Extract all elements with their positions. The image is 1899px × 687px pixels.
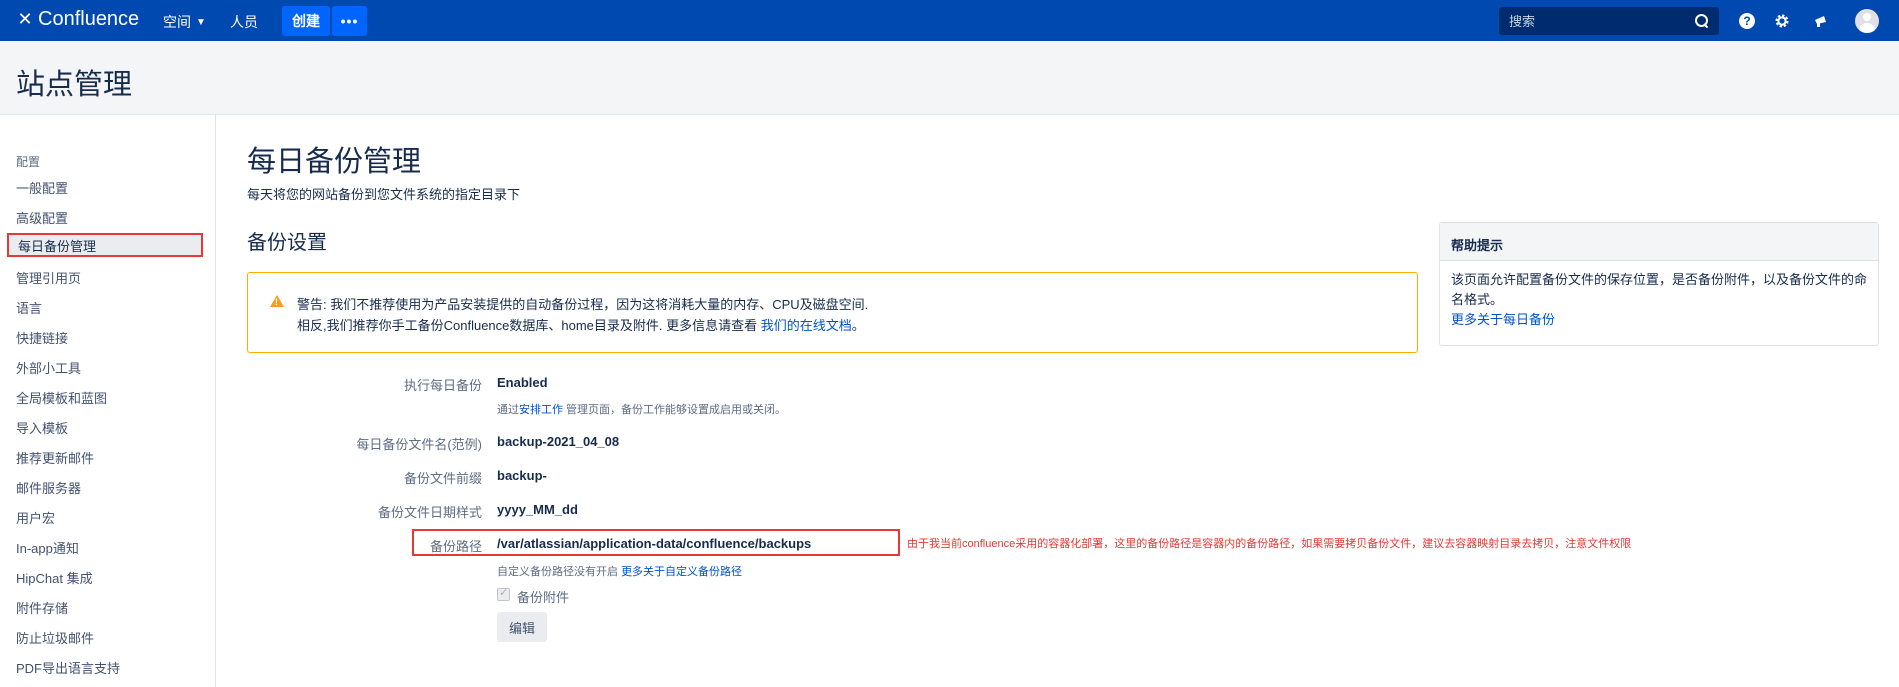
daily-backup-note-suffix: 管理页面，备份工作能够设置成启用或关闭。 bbox=[563, 404, 787, 416]
sidebar-item-languages[interactable]: 语言 bbox=[16, 298, 42, 317]
people-label: 人员 bbox=[230, 14, 258, 30]
search-input[interactable] bbox=[1509, 13, 1695, 29]
sidebar-item-import-templates[interactable]: 导入模板 bbox=[16, 418, 68, 437]
help-panel-body: 该页面允许配置备份文件的保存位置，是否备份附件，以及备份文件的命名格式。 更多关… bbox=[1440, 261, 1878, 339]
page-header: 站点管理 bbox=[0, 41, 1899, 115]
more-about-daily-backup-link[interactable]: 更多关于每日备份 bbox=[1451, 310, 1867, 330]
file-prefix-label: 备份文件前缀 bbox=[403, 471, 482, 486]
daily-backup-note-prefix: 通过 bbox=[497, 404, 519, 416]
annotation-note: 由于我当前confluence采用的容器化部署，这里的备份路径是容器内的备份路径… bbox=[907, 538, 1632, 550]
sidebar-item-shortcut-links[interactable]: 快捷链接 bbox=[16, 328, 68, 347]
help-panel-text: 该页面允许配置备份文件的保存位置，是否备份附件，以及备份文件的命名格式。 bbox=[1451, 272, 1868, 307]
backup-attachments-label: 备份附件 bbox=[517, 590, 570, 605]
top-navigation-bar: ✕ Confluence 空间 ▼ 人员 创建 ••• ? bbox=[0, 0, 1899, 41]
backup-attachments-checkbox[interactable] bbox=[497, 586, 510, 601]
backup-path-value: /var/atlassian/application-data/confluen… bbox=[497, 536, 812, 551]
sidebar-item-hipchat[interactable]: HipChat 集成 bbox=[16, 568, 93, 587]
daily-backup-value: Enabled bbox=[497, 375, 548, 390]
admin-sidebar: 配置 一般配置 高级配置 每日备份管理 管理引用页 语言 快捷链接 外部小工具 … bbox=[0, 115, 216, 687]
warning-line-1: 警告: 我们不推荐使用为产品安装提供的自动备份过程，因为这将消耗大量的内存、CP… bbox=[297, 297, 869, 312]
logo-text: Confluence bbox=[38, 8, 140, 30]
main-title: 每日备份管理 bbox=[247, 146, 422, 178]
sidebar-item-attachment-storage[interactable]: 附件存储 bbox=[16, 598, 68, 617]
avatar[interactable] bbox=[1855, 9, 1879, 33]
warning-icon bbox=[270, 295, 284, 307]
sidebar-item-pdf-language[interactable]: PDF导出语言支持 bbox=[16, 658, 120, 677]
help-button[interactable]: ? bbox=[1738, 12, 1756, 30]
backup-path-label: 备份路径 bbox=[429, 539, 482, 554]
spaces-label: 空间 bbox=[163, 14, 191, 30]
custom-backup-path-link[interactable]: 更多关于自定义备份路径 bbox=[621, 566, 742, 578]
search-icon[interactable] bbox=[1695, 14, 1709, 28]
sidebar-item-global-templates[interactable]: 全局模板和蓝图 bbox=[16, 388, 107, 407]
section-title: 备份设置 bbox=[247, 232, 327, 254]
warning-message: 警告: 我们不推荐使用为产品安装提供的自动备份过程，因为这将消耗大量的内存、CP… bbox=[247, 272, 1418, 353]
custom-path-note-prefix: 自定义备份路径没有开启 bbox=[497, 566, 622, 578]
search-box[interactable] bbox=[1499, 7, 1719, 35]
sidebar-item-general-config[interactable]: 一般配置 bbox=[16, 178, 68, 197]
create-button[interactable]: 创建 bbox=[282, 6, 330, 36]
sidebar-item-spam-prevention[interactable]: 防止垃圾邮件 bbox=[16, 628, 94, 647]
sidebar-item-advanced-config[interactable]: 高级配置 bbox=[16, 208, 68, 227]
sidebar-item-external-gadgets[interactable]: 外部小工具 bbox=[16, 358, 81, 377]
people-link[interactable]: 人员 bbox=[230, 12, 258, 32]
warning-line-2-text: 相反,我们推荐你手工备份Confluence数据库、home目录及附件. 更多信… bbox=[297, 318, 761, 333]
custom-path-note: 自定义备份路径没有开启 更多关于自定义备份路径 bbox=[497, 563, 742, 579]
edit-button[interactable]: 编辑 bbox=[497, 612, 547, 642]
filename-example-label: 每日备份文件名(范例) bbox=[356, 437, 482, 452]
gear-icon bbox=[1775, 14, 1789, 28]
notifications-button[interactable] bbox=[1812, 12, 1830, 30]
help-panel: 帮助提示 该页面允许配置备份文件的保存位置，是否备份附件，以及备份文件的命名格式… bbox=[1439, 222, 1879, 346]
warning-line-2-suffix: 。 bbox=[851, 318, 865, 333]
sidebar-item-daily-backup[interactable]: 每日备份管理 bbox=[7, 233, 203, 257]
page-title: 站点管理 bbox=[16, 69, 133, 101]
sidebar-item-manage-referrers[interactable]: 管理引用页 bbox=[16, 268, 81, 287]
create-more-button[interactable]: ••• bbox=[332, 6, 367, 36]
warning-line-2: 相反,我们推荐你手工备份Confluence数据库、home目录及附件. 更多信… bbox=[297, 315, 865, 334]
main-subtitle: 每天将您的网站备份到您文件系统的指定目录下 bbox=[247, 187, 521, 202]
file-prefix-value: backup- bbox=[497, 468, 547, 483]
settings-button[interactable] bbox=[1773, 12, 1791, 30]
sidebar-section-config: 配置 bbox=[16, 155, 41, 169]
help-panel-title: 帮助提示 bbox=[1440, 223, 1878, 261]
filename-example-value: backup-2021_04_08 bbox=[497, 434, 620, 449]
scheduled-jobs-link[interactable]: 安排工作 bbox=[519, 404, 563, 416]
sidebar-item-mail-servers[interactable]: 邮件服务器 bbox=[16, 478, 81, 497]
daily-backup-note: 通过安排工作 管理页面，备份工作能够设置成启用或关闭。 bbox=[497, 401, 786, 417]
confluence-logo-icon: ✕ bbox=[17, 9, 33, 29]
spaces-menu[interactable]: 空间 ▼ bbox=[163, 12, 206, 32]
date-pattern-label: 备份文件日期样式 bbox=[377, 505, 482, 520]
sidebar-item-recommended-updates[interactable]: 推荐更新邮件 bbox=[16, 448, 94, 467]
daily-backup-label: 执行每日备份 bbox=[403, 378, 482, 393]
chevron-down-icon: ▼ bbox=[196, 16, 206, 28]
sidebar-item-user-macros[interactable]: 用户宏 bbox=[16, 508, 55, 527]
sidebar-item-in-app-notifications[interactable]: In-app通知 bbox=[16, 538, 79, 557]
megaphone-icon bbox=[1815, 16, 1826, 27]
online-docs-link[interactable]: 我们的在线文档 bbox=[761, 318, 852, 333]
date-pattern-value: yyyy_MM_dd bbox=[497, 502, 578, 517]
confluence-logo[interactable]: ✕ Confluence bbox=[16, 8, 139, 31]
help-icon: ? bbox=[1739, 13, 1755, 29]
